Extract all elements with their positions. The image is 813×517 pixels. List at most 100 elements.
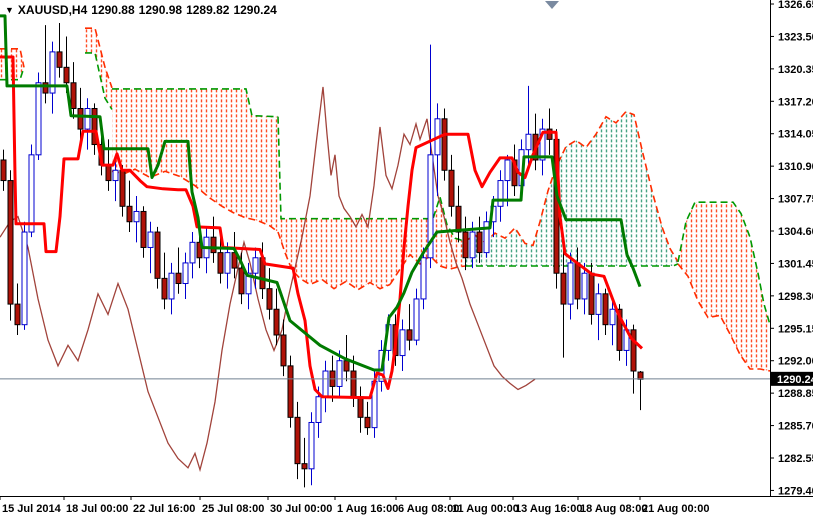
- candle-body: [21, 231, 28, 326]
- candle-body: [252, 257, 259, 274]
- bull-candle: [203, 226, 210, 274]
- candle-body: [567, 262, 574, 305]
- bull-candle: [483, 211, 490, 258]
- candle-body: [343, 360, 350, 372]
- candle-body: [462, 231, 469, 259]
- candle-body: [595, 293, 602, 315]
- candle-body: [357, 396, 364, 418]
- candle-body: [350, 370, 357, 398]
- candle-body: [147, 231, 154, 248]
- candle-body: [210, 236, 217, 254]
- bear-candle: [91, 103, 98, 155]
- candle-body: [455, 205, 462, 233]
- bull-candle: [182, 252, 189, 299]
- candle-body: [476, 231, 483, 254]
- candle-body: [637, 371, 644, 380]
- chart-canvas[interactable]: 1326.65 1323.50 1320.35 1317.20 1314.05 1310.…: [0, 0, 813, 517]
- candle-body: [112, 169, 119, 182]
- bear-candle: [161, 252, 168, 310]
- candle-body: [420, 257, 427, 300]
- bear-candle: [0, 149, 7, 191]
- candle-body: [525, 133, 532, 151]
- bull-candle: [308, 412, 315, 486]
- candle-body: [287, 365, 294, 418]
- price-axis-label: 1310.90: [778, 161, 813, 173]
- bear-candle: [210, 216, 217, 263]
- bear-candle: [357, 386, 364, 433]
- candle-body: [315, 396, 322, 423]
- price-axis-label: 1320.35: [778, 64, 813, 76]
- plot-area[interactable]: [0, 14, 770, 488]
- candle-body: [161, 277, 168, 300]
- bear-candle: [126, 180, 133, 233]
- bull-candle: [413, 288, 420, 346]
- bear-candle: [56, 23, 63, 78]
- quote-open: 1290.88: [91, 3, 135, 17]
- candle-body: [546, 128, 553, 140]
- candle-body: [301, 463, 308, 470]
- price-axis-label: 1307.75: [778, 194, 813, 206]
- candle-body: [119, 169, 126, 207]
- time-axis-label: 13 Aug 16:00: [515, 503, 582, 515]
- bear-candle: [602, 288, 609, 335]
- bear-candle: [637, 371, 644, 411]
- candle-body: [602, 293, 609, 326]
- candle-body: [63, 66, 70, 84]
- bull-candle: [427, 44, 434, 269]
- candle-body: [7, 180, 14, 305]
- bull-candle: [21, 221, 28, 330]
- bull-candle: [399, 319, 406, 372]
- bull-candle: [168, 262, 175, 315]
- candle-body: [84, 108, 91, 130]
- price-axis-label: 1279.40: [778, 485, 813, 497]
- chart-shift-arrow-icon[interactable]: [545, 1, 559, 9]
- bear-candle: [14, 283, 21, 335]
- candle-body: [182, 262, 189, 285]
- candle-body: [238, 267, 245, 295]
- price-axis-label: 1323.50: [778, 31, 813, 43]
- bull-candle: [539, 118, 546, 176]
- price-axis-label: 1301.45: [778, 258, 813, 270]
- bull-candle: [84, 98, 91, 150]
- candle-body: [175, 272, 182, 285]
- bear-candle: [441, 108, 448, 181]
- bear-candle: [266, 268, 273, 320]
- bull-candle: [525, 85, 532, 166]
- price-axis[interactable]: 1326.65 1323.50 1320.35 1317.20 1314.05 1310.…: [770, 0, 813, 497]
- candle-body: [588, 272, 595, 315]
- symbol-dropdown-icon[interactable]: ▼: [5, 5, 14, 15]
- candle-body: [308, 421, 315, 470]
- bear-candle: [406, 304, 413, 351]
- price-axis-label: 1285.70: [778, 421, 813, 433]
- candle-body: [280, 334, 287, 367]
- candle-body: [448, 169, 455, 207]
- bear-candle: [154, 226, 161, 289]
- candle-body: [28, 154, 35, 233]
- candle-body: [56, 51, 63, 68]
- time-axis-label: 18 Jul 00:00: [66, 503, 128, 515]
- time-axis[interactable]: 15 Jul 2014 18 Jul 00:00 22 Jul 16:00 25 Ju…: [0, 496, 709, 515]
- quote-close: 1290.24: [233, 3, 277, 17]
- candle-body: [133, 210, 140, 223]
- time-axis-label: 18 Aug 08:00: [580, 503, 647, 515]
- bear-candle: [140, 206, 147, 258]
- candle-body: [266, 288, 273, 310]
- price-axis-label: 1304.60: [778, 226, 813, 238]
- candle-body: [469, 231, 476, 259]
- price-axis-label: 1288.85: [778, 388, 813, 400]
- time-axis-label: 22 Jul 16:00: [133, 503, 195, 515]
- price-axis-label: 1295.15: [778, 323, 813, 335]
- candle-body: [560, 272, 567, 305]
- candle-body: [224, 252, 231, 274]
- bull-candle: [322, 360, 329, 413]
- candle-body: [364, 416, 371, 429]
- bear-candle: [7, 170, 14, 321]
- bull-candle: [567, 252, 574, 320]
- senkou-span-top: [277, 116, 390, 220]
- candle-body: [70, 82, 77, 110]
- price-axis-label: 1326.65: [778, 0, 813, 11]
- bear-candle: [448, 154, 455, 217]
- candle-body: [574, 262, 581, 300]
- candle-body: [497, 180, 504, 207]
- time-axis-label: 30 Jul 00:00: [270, 503, 332, 515]
